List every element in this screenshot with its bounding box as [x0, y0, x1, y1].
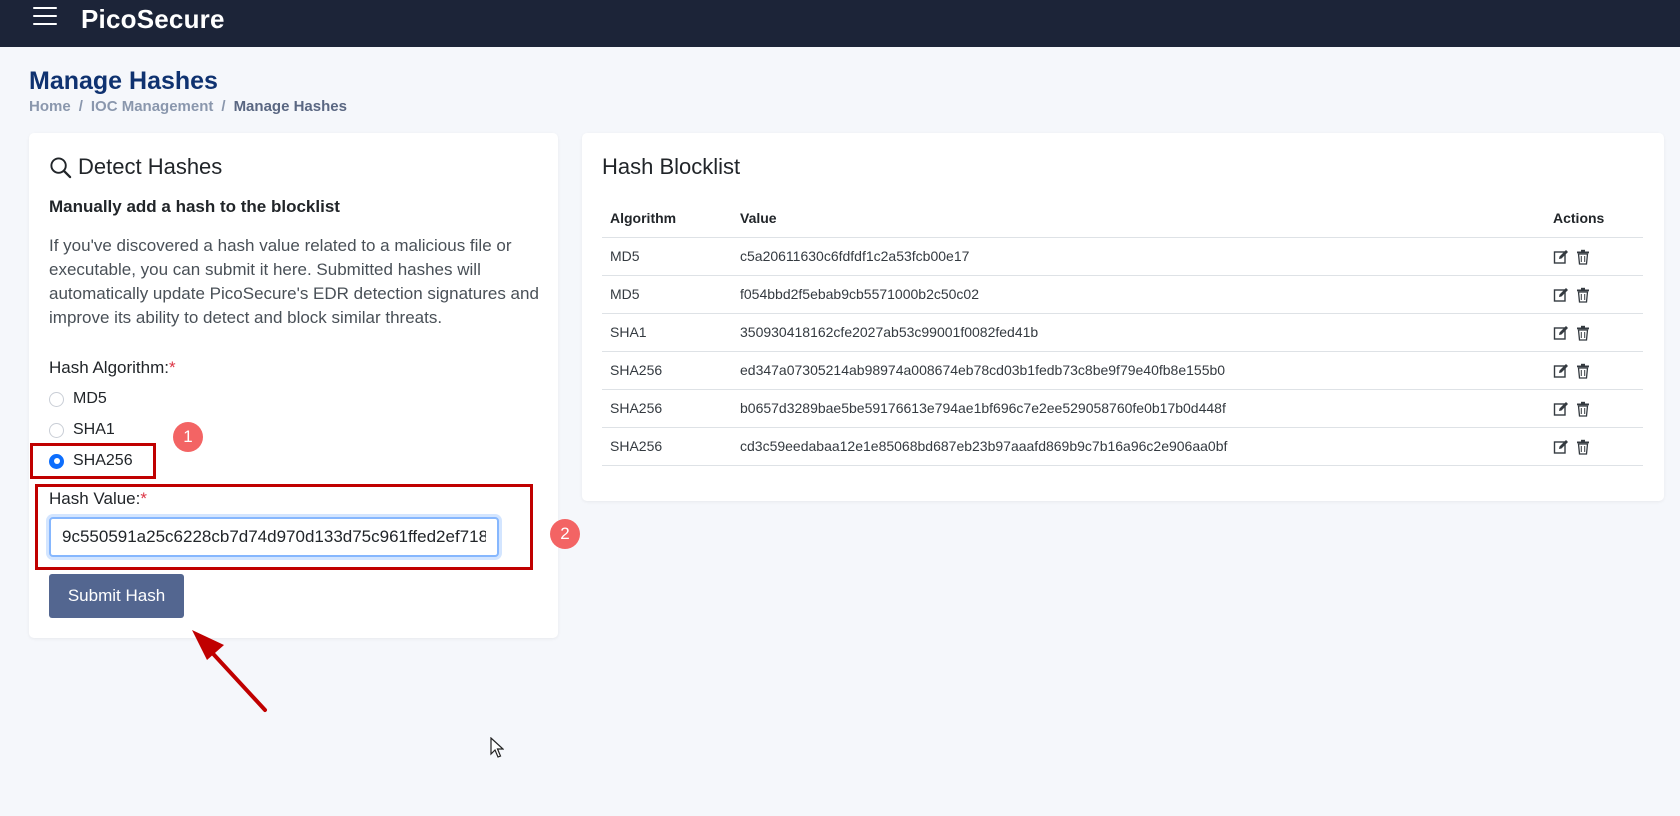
- edit-icon[interactable]: [1553, 363, 1569, 379]
- breadcrumb-current: Manage Hashes: [233, 98, 347, 115]
- trash-icon[interactable]: [1575, 363, 1591, 379]
- mouse-cursor-icon: [490, 737, 504, 758]
- detect-hashes-title: Detect Hashes: [78, 154, 223, 179]
- cell-actions: [1545, 313, 1643, 352]
- hash-blocklist-title: Hash Blocklist: [602, 154, 741, 179]
- detect-hashes-heading: Detect Hashes: [49, 154, 222, 180]
- highlight-box-hash-value: [35, 484, 533, 570]
- table-row: SHA256 ed347a07305214ab98974a008674eb78cd…: [602, 351, 1643, 390]
- radio-sha1-label: SHA1: [73, 421, 115, 438]
- highlight-box-algorithm: [30, 443, 156, 479]
- required-asterisk: *: [169, 358, 176, 377]
- cell-actions: [1545, 351, 1643, 390]
- cell-algorithm: SHA256: [602, 427, 732, 466]
- brand-logo: PicoSecure: [81, 4, 225, 34]
- cell-hash-value: f054bbd2f5ebab9cb5571000b2c50c02: [732, 275, 1545, 314]
- radio-md5[interactable]: MD5: [49, 390, 107, 408]
- cell-algorithm: SHA256: [602, 389, 732, 428]
- edit-icon[interactable]: [1553, 325, 1569, 341]
- table-row: SHA256 cd3c59eedabaa12e1e85068bd687eb23b9…: [602, 427, 1643, 466]
- hash-blocklist-card: Hash Blocklist Algorithm Value Actions M…: [582, 133, 1664, 501]
- radio-sha1-control[interactable]: [49, 422, 64, 438]
- hamburger-menu-icon[interactable]: [33, 7, 57, 27]
- breadcrumb-home[interactable]: Home: [29, 98, 71, 115]
- trash-icon[interactable]: [1575, 325, 1591, 341]
- search-icon: [50, 156, 72, 178]
- submit-hash-button[interactable]: Submit Hash: [49, 574, 184, 618]
- top-navbar: PicoSecure: [0, 0, 1680, 47]
- detect-description: If you've discovered a hash value relate…: [49, 236, 539, 327]
- cell-algorithm: MD5: [602, 275, 732, 314]
- detect-subheading: Manually add a hash to the blocklist: [49, 197, 340, 216]
- table-row: SHA256 b0657d3289bae5be59176613e794ae1bf6…: [602, 389, 1643, 428]
- breadcrumb-ioc-management[interactable]: IOC Management: [91, 98, 214, 115]
- column-header-value: Value: [732, 199, 1545, 238]
- trash-icon[interactable]: [1575, 439, 1591, 455]
- table-row: SHA1 350930418162cfe2027ab53c99001f0082fe…: [602, 313, 1643, 352]
- cell-algorithm: MD5: [602, 237, 732, 276]
- table-row: MD5 f054bbd2f5ebab9cb5571000b2c50c02: [602, 275, 1643, 314]
- table-row: MD5 c5a20611630c6fdfdf1c2a53fcb00e17: [602, 237, 1643, 276]
- annotation-badge-1: 1: [173, 422, 203, 452]
- edit-icon[interactable]: [1553, 287, 1569, 303]
- edit-icon[interactable]: [1553, 249, 1569, 265]
- hash-blocklist-table: Algorithm Value Actions MD5 c5a20611630c6…: [602, 199, 1643, 466]
- breadcrumb-separator: /: [221, 98, 226, 115]
- trash-icon[interactable]: [1575, 401, 1591, 417]
- column-header-algorithm: Algorithm: [602, 199, 732, 238]
- trash-icon[interactable]: [1575, 287, 1591, 303]
- edit-icon[interactable]: [1553, 401, 1569, 417]
- cell-actions: [1545, 389, 1643, 428]
- cell-actions: [1545, 427, 1643, 466]
- radio-md5-control[interactable]: [49, 391, 64, 407]
- cell-hash-value: 350930418162cfe2027ab53c99001f0082fed41b: [732, 313, 1545, 352]
- radio-sha1[interactable]: SHA1: [49, 421, 115, 439]
- cell-algorithm: SHA1: [602, 313, 732, 352]
- page-title: Manage Hashes: [29, 67, 218, 95]
- cell-hash-value: cd3c59eedabaa12e1e85068bd687eb23b97aaafd…: [732, 427, 1545, 466]
- table-header-row: Algorithm Value Actions: [602, 199, 1643, 238]
- cell-actions: [1545, 275, 1643, 314]
- hash-algorithm-label: Hash Algorithm:*: [49, 358, 176, 377]
- edit-icon[interactable]: [1553, 439, 1569, 455]
- radio-md5-label: MD5: [73, 390, 107, 407]
- breadcrumb: Home / IOC Management / Manage Hashes: [29, 98, 347, 115]
- cell-hash-value: b0657d3289bae5be59176613e794ae1bf696c7e2…: [732, 389, 1545, 428]
- cell-actions: [1545, 237, 1643, 276]
- column-header-actions: Actions: [1545, 199, 1643, 238]
- cell-algorithm: SHA256: [602, 351, 732, 390]
- trash-icon[interactable]: [1575, 249, 1591, 265]
- breadcrumb-separator: /: [78, 98, 83, 115]
- annotation-badge-2: 2: [550, 519, 580, 549]
- cell-hash-value: c5a20611630c6fdfdf1c2a53fcb00e17: [732, 237, 1545, 276]
- cell-hash-value: ed347a07305214ab98974a008674eb78cd03b1fe…: [732, 351, 1545, 390]
